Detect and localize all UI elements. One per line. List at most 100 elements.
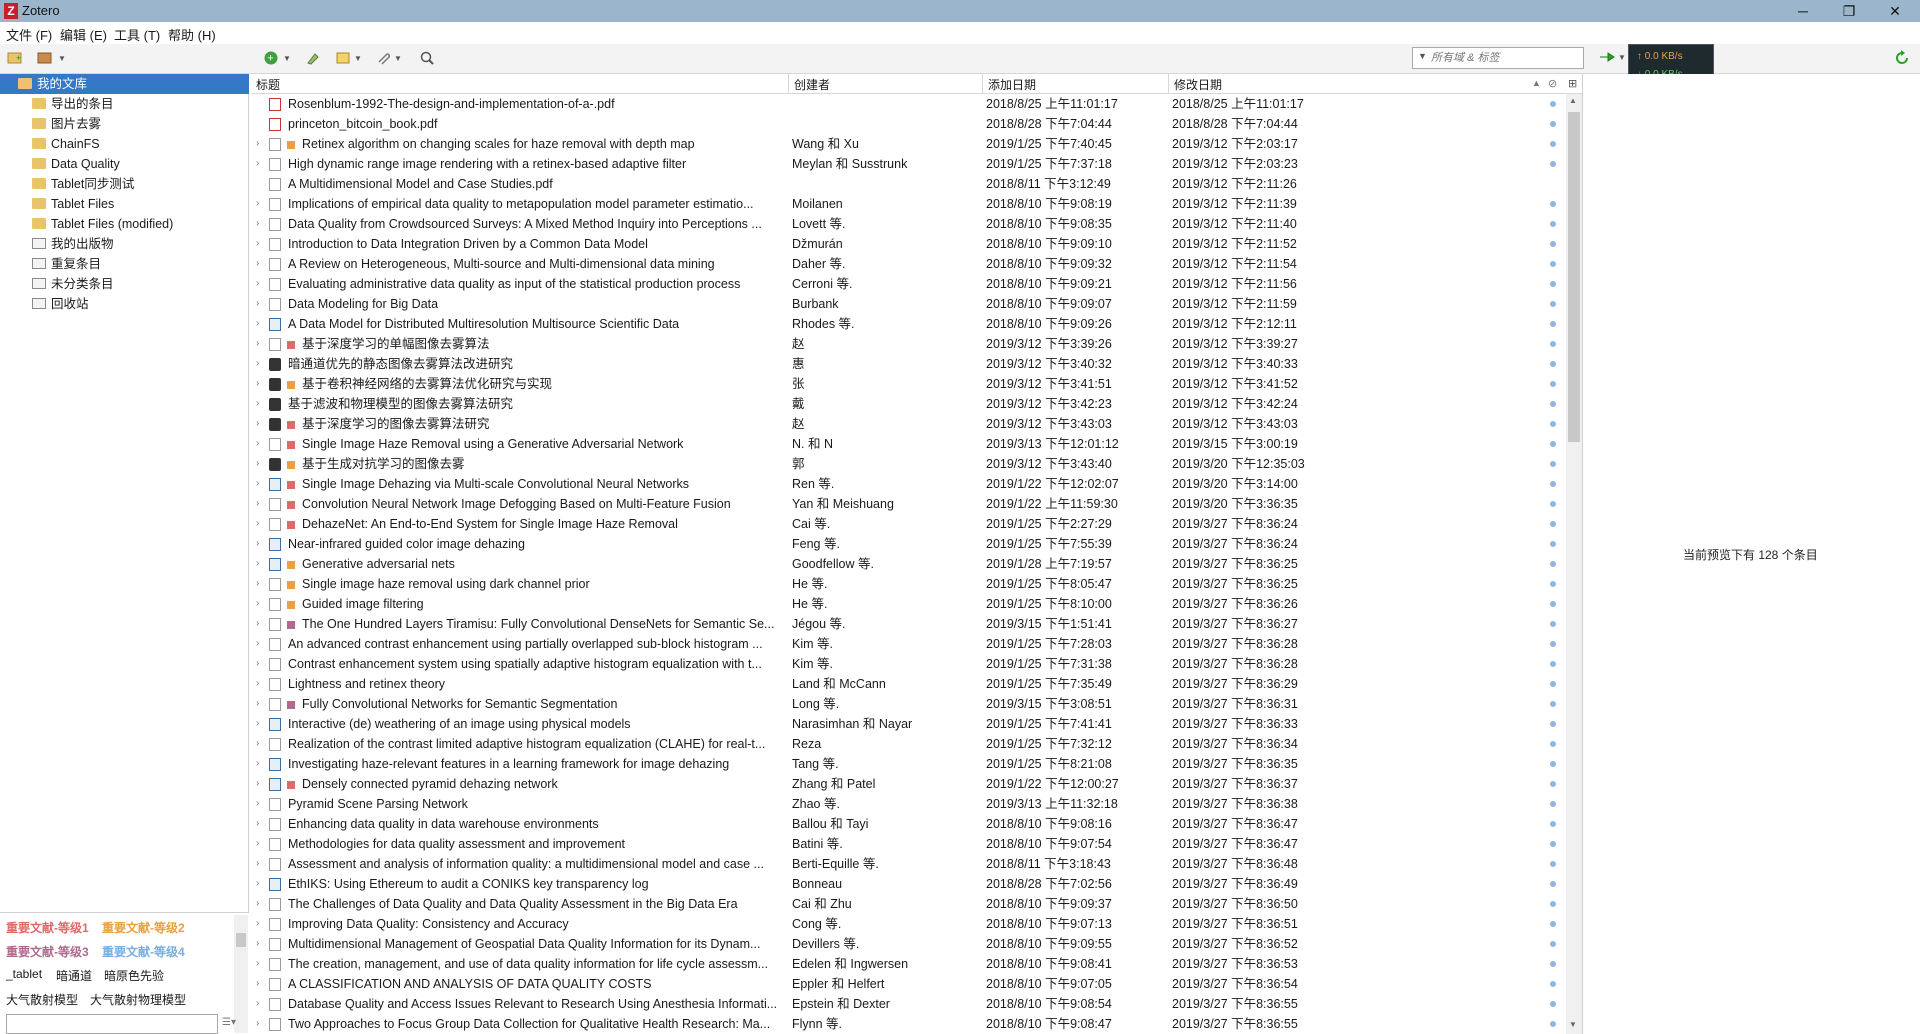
attachment-status-icon[interactable] (1550, 161, 1556, 167)
collection-item[interactable]: ChainFS (0, 134, 249, 154)
attachment-status-icon[interactable] (1550, 101, 1556, 107)
chevron-down-icon[interactable]: ▼ (283, 54, 291, 63)
attachment-status-icon[interactable] (1550, 961, 1556, 967)
attachment-status-icon[interactable] (1550, 421, 1556, 427)
column-header-creator[interactable]: 创建者 (794, 76, 830, 93)
menu-edit[interactable]: 编辑 (E) (60, 25, 107, 44)
item-row[interactable]: › Retinex algorithm on changing scales fo… (252, 134, 1564, 154)
collection-item[interactable]: 我的出版物 (0, 234, 249, 254)
attachment-status-icon[interactable] (1550, 241, 1556, 247)
collection-item[interactable]: 图片去雾 (0, 114, 249, 134)
chevron-down-icon[interactable]: ▼ (58, 54, 66, 63)
expand-twisty-icon[interactable]: › (256, 914, 259, 934)
item-row[interactable]: › Database Quality and Access Issues Rele… (252, 994, 1564, 1014)
expand-twisty-icon[interactable]: › (256, 854, 259, 874)
expand-twisty-icon[interactable]: › (256, 874, 259, 894)
tag-actions-icon[interactable]: ☰▾ (222, 1017, 236, 1028)
attachment-status-icon[interactable] (1550, 461, 1556, 467)
menu-file[interactable]: 文件 (F) (6, 25, 52, 44)
attachment-status-icon[interactable] (1550, 881, 1556, 887)
item-row[interactable]: › Two Approaches to Focus Group Data Coll… (252, 1014, 1564, 1034)
scroll-thumb[interactable] (1568, 112, 1580, 442)
attachment-status-icon[interactable] (1550, 841, 1556, 847)
tag-item[interactable]: 重要文献-等级4 (102, 943, 185, 960)
expand-twisty-icon[interactable]: › (256, 954, 259, 974)
item-row[interactable]: › Improving Data Quality: Consistency and… (252, 914, 1564, 934)
attachment-status-icon[interactable] (1550, 341, 1556, 347)
expand-twisty-icon[interactable]: › (256, 834, 259, 854)
item-row[interactable]: › The Challenges of Data Quality and Data… (252, 894, 1564, 914)
expand-twisty-icon[interactable]: › (256, 134, 259, 154)
item-row[interactable]: › Single Image Dehazing via Multi-scale C… (252, 474, 1564, 494)
collection-item[interactable]: Tablet同步测试 (0, 174, 249, 194)
collection-item[interactable]: 未分类条目 (0, 274, 249, 294)
item-row[interactable]: › DehazeNet: An End-to-End System for Sin… (252, 514, 1564, 534)
item-row[interactable]: › 基于深度学习的图像去雾算法研究 赵 2019/3/12 下午3:43:03 2019… (252, 414, 1564, 434)
attachment-status-icon[interactable] (1550, 901, 1556, 907)
item-row[interactable]: princeton_bitcoin_book.pdf 2018/8/28 下午7:… (252, 114, 1564, 134)
attachment-status-icon[interactable] (1550, 401, 1556, 407)
attachment-status-icon[interactable] (1550, 381, 1556, 387)
expand-twisty-icon[interactable]: › (256, 734, 259, 754)
expand-twisty-icon[interactable]: › (256, 634, 259, 654)
tag-item[interactable]: 暗原色先验 (104, 967, 164, 984)
scroll-down-icon[interactable]: ▼ (1569, 1020, 1577, 1029)
expand-twisty-icon[interactable]: › (256, 694, 259, 714)
attachment-status-icon[interactable] (1550, 501, 1556, 507)
attachment-status-icon[interactable] (1550, 681, 1556, 687)
expand-twisty-icon[interactable]: › (256, 474, 259, 494)
attachment-status-icon[interactable] (1550, 781, 1556, 787)
attachment-status-icon[interactable] (1550, 201, 1556, 207)
expand-twisty-icon[interactable]: › (256, 414, 259, 434)
tag-item[interactable]: _tablet (6, 967, 42, 981)
collection-item[interactable]: Tablet Files (0, 194, 249, 214)
expand-twisty-icon[interactable]: › (256, 754, 259, 774)
attachment-status-icon[interactable] (1550, 741, 1556, 747)
attachment-status-icon[interactable] (1550, 941, 1556, 947)
attachment-status-icon[interactable] (1550, 1001, 1556, 1007)
expand-twisty-icon[interactable]: › (256, 334, 259, 354)
expand-twisty-icon[interactable]: › (256, 394, 259, 414)
expand-twisty-icon[interactable]: › (256, 594, 259, 614)
collection-item[interactable]: 重复条目 (0, 254, 249, 274)
column-divider[interactable] (982, 74, 983, 94)
item-row[interactable]: › Interactive (de) weathering of an image… (252, 714, 1564, 734)
expand-twisty-icon[interactable]: › (256, 614, 259, 634)
item-row[interactable]: › Implications of empirical data quality … (252, 194, 1564, 214)
column-picker-icon[interactable]: ⊞ (1568, 77, 1577, 90)
expand-twisty-icon[interactable]: › (256, 234, 259, 254)
new-note-icon[interactable] (334, 50, 352, 66)
attachment-status-icon[interactable] (1550, 121, 1556, 127)
scroll-up-icon[interactable]: ▲ (1569, 96, 1577, 105)
attachment-status-icon[interactable] (1550, 441, 1556, 447)
column-header-date-added[interactable]: 添加日期 (988, 76, 1036, 93)
maximize-button[interactable]: ❐ (1826, 0, 1872, 22)
expand-twisty-icon[interactable]: › (256, 314, 259, 334)
expand-twisty-icon[interactable]: › (256, 714, 259, 734)
tag-item[interactable]: 暗通道 (56, 967, 92, 984)
attachment-status-icon[interactable] (1550, 861, 1556, 867)
collection-item[interactable]: 我的文库 (0, 74, 249, 94)
item-row[interactable]: › Contrast enhancement system using spati… (252, 654, 1564, 674)
expand-twisty-icon[interactable]: › (256, 934, 259, 954)
item-row[interactable]: › A CLASSIFICATION AND ANALYSIS OF DATA Q… (252, 974, 1564, 994)
expand-twisty-icon[interactable]: › (256, 294, 259, 314)
menu-tools[interactable]: 工具 (T) (114, 25, 160, 44)
attachment-status-icon[interactable] (1550, 601, 1556, 607)
item-row[interactable]: › Pyramid Scene Parsing Network Zhao 等. 201… (252, 794, 1564, 814)
attachment-status-icon[interactable] (1550, 221, 1556, 227)
menu-help[interactable]: 帮助 (H) (168, 25, 216, 44)
tag-item[interactable]: 大气散射模型 (6, 991, 78, 1008)
attachment-status-icon[interactable] (1550, 641, 1556, 647)
item-row[interactable]: › Near-infrared guided color image dehazi… (252, 534, 1564, 554)
attachment-status-icon[interactable] (1550, 701, 1556, 707)
attachment-status-icon[interactable] (1550, 581, 1556, 587)
item-row[interactable]: › Densely connected pyramid dehazing netw… (252, 774, 1564, 794)
item-row[interactable]: › The One Hundred Layers Tiramisu: Fully … (252, 614, 1564, 634)
item-row[interactable]: › 基于卷积神经网络的去雾算法优化研究与实现 张 2019/3/12 下午3:41:5… (252, 374, 1564, 394)
attachment-status-icon[interactable] (1550, 981, 1556, 987)
scroll-thumb[interactable] (236, 933, 246, 947)
column-divider[interactable] (788, 74, 789, 94)
expand-twisty-icon[interactable]: › (256, 1014, 259, 1034)
close-button[interactable]: ✕ (1872, 0, 1918, 22)
